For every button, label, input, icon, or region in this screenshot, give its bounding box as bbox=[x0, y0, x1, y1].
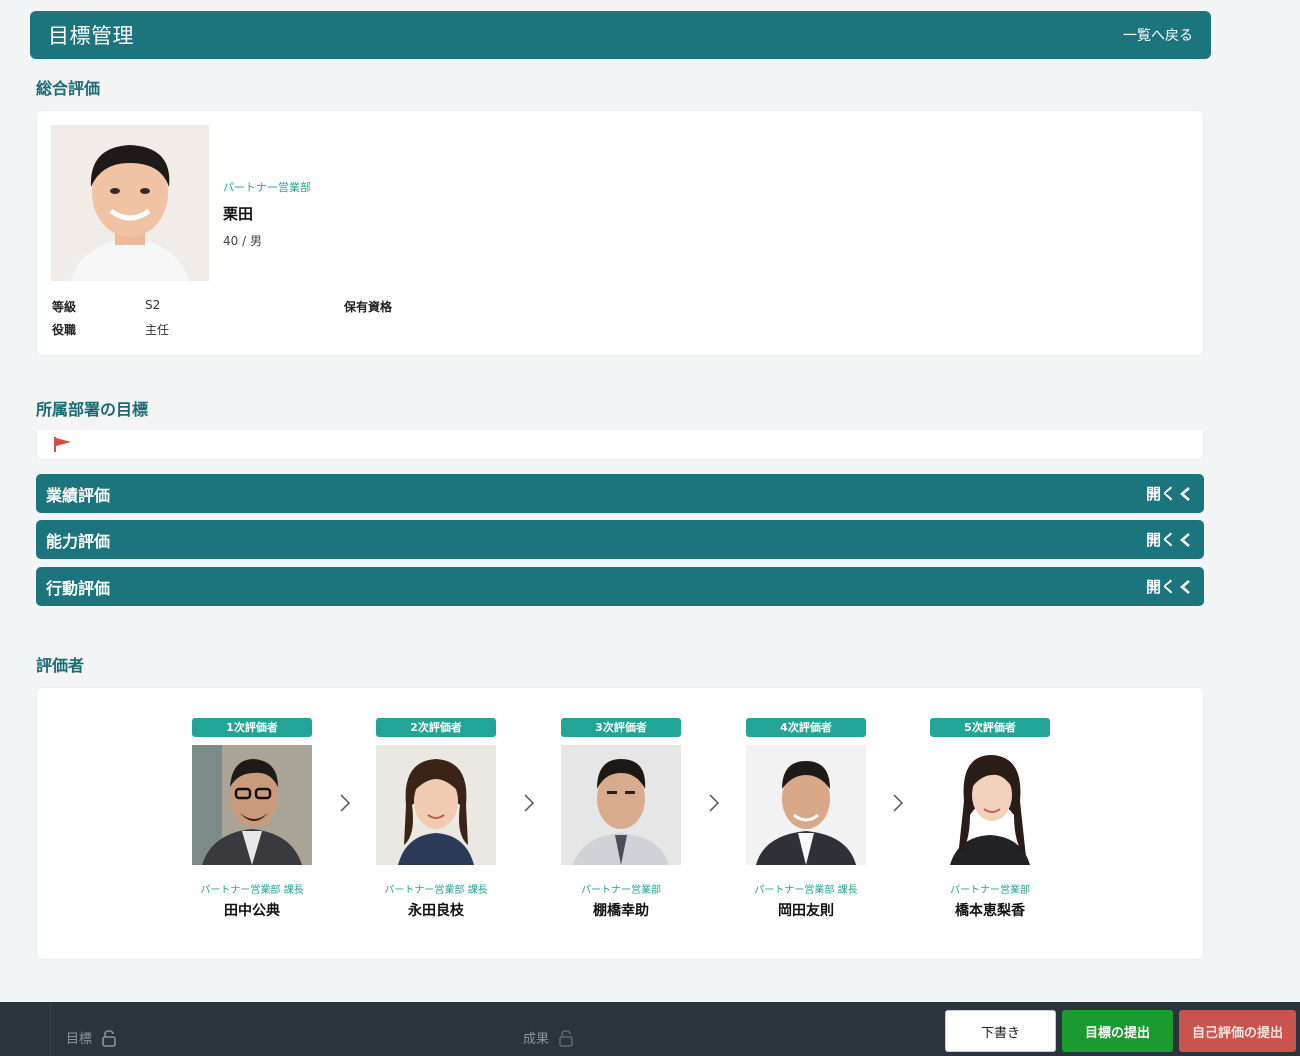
evaluator-5[interactable]: 5次評価者 パートナー営業部 橋本恵梨香 bbox=[930, 718, 1050, 920]
employee-department: パートナー営業部 bbox=[223, 181, 311, 194]
accordion-toggle[interactable]: 開く bbox=[1146, 576, 1192, 597]
page-header: 目標管理 一覧へ戻る bbox=[30, 11, 1211, 59]
evaluator-photo bbox=[930, 745, 1050, 865]
chevron-right-icon bbox=[524, 794, 535, 812]
submit-self-evaluation-button[interactable]: 自己評価の提出 bbox=[1179, 1010, 1296, 1052]
toggle-label: 開く bbox=[1145, 531, 1176, 549]
evaluator-badge: 1次評価者 bbox=[192, 718, 312, 737]
evaluator-name: 田中公典 bbox=[224, 903, 280, 919]
evaluators-card: 1次評価者 パートナー営業部 課長 田中公典 2次評価者 パートナー営業部 課長… bbox=[36, 687, 1204, 960]
grade-label: 等級 bbox=[52, 300, 77, 314]
profile-card: パートナー営業部 栗田 40 / 男 等級 S2 役職 主任 保有資格 bbox=[36, 110, 1204, 356]
accordion-label: 能力評価 bbox=[46, 531, 111, 551]
qualifications-row: 保有資格 bbox=[344, 298, 392, 315]
toggle-label: 開く bbox=[1145, 578, 1176, 596]
page-title: 目標管理 bbox=[48, 24, 134, 48]
evaluator-department: パートナー営業部 課長 bbox=[384, 885, 488, 896]
chevron-right-icon bbox=[709, 794, 720, 812]
flag-icon bbox=[54, 437, 71, 452]
goal-label: 目標 bbox=[66, 1032, 93, 1047]
department-goals-card bbox=[36, 430, 1204, 460]
position-label: 役職 bbox=[52, 323, 77, 337]
chevron-left-icon bbox=[1180, 486, 1190, 501]
accordion-ability[interactable]: 能力評価 開く bbox=[36, 520, 1204, 559]
evaluator-4[interactable]: 4次評価者 パートナー営業部 課長 岡田友則 bbox=[746, 718, 866, 920]
position-row: 役職 bbox=[52, 321, 76, 338]
footer-bar: 目標 成果 下書き 目標の提出 自己評価の提出 bbox=[0, 1002, 1300, 1056]
toggle-label: 開く bbox=[1145, 485, 1176, 503]
employee-age-gender: 40 / 男 bbox=[223, 234, 262, 248]
accordion-label: 行動評価 bbox=[46, 578, 111, 598]
employee-photo bbox=[51, 125, 209, 281]
footer-divider bbox=[50, 1002, 51, 1056]
evaluator-photo bbox=[746, 745, 866, 865]
qualifications-label: 保有資格 bbox=[344, 300, 393, 314]
evaluator-photo bbox=[192, 745, 312, 865]
chevron-right-icon bbox=[893, 794, 904, 812]
evaluator-name: 岡田友則 bbox=[778, 903, 834, 919]
footer-result-status: 成果 bbox=[523, 1028, 575, 1047]
draft-button[interactable]: 下書き bbox=[945, 1010, 1056, 1052]
evaluator-photo bbox=[376, 745, 496, 865]
evaluator-name: 橋本恵梨香 bbox=[955, 903, 1025, 919]
evaluator-department: パートナー営業部 課長 bbox=[754, 885, 858, 896]
evaluator-department: パートナー営業部 bbox=[950, 885, 1030, 896]
evaluator-1[interactable]: 1次評価者 パートナー営業部 課長 田中公典 bbox=[192, 718, 312, 920]
evaluator-2[interactable]: 2次評価者 パートナー営業部 課長 永田良枝 bbox=[376, 718, 496, 920]
position-value: 主任 bbox=[145, 323, 170, 337]
accordion-label: 業績評価 bbox=[46, 485, 111, 505]
grade-value: S2 bbox=[145, 298, 161, 312]
evaluator-badge: 4次評価者 bbox=[746, 718, 866, 737]
employee-info: パートナー営業部 栗田 40 / 男 bbox=[223, 179, 311, 249]
position-value-wrap: 主任 bbox=[145, 321, 169, 338]
lock-icon bbox=[559, 1029, 573, 1047]
chevron-right-icon bbox=[340, 794, 351, 812]
accordion-toggle[interactable]: 開く bbox=[1146, 483, 1192, 504]
evaluator-name: 棚橋幸助 bbox=[593, 903, 649, 919]
evaluator-3[interactable]: 3次評価者 パートナー営業部 棚橋幸助 bbox=[561, 718, 681, 920]
accordion-performance[interactable]: 業績評価 開く bbox=[36, 474, 1204, 513]
evaluator-badge: 3次評価者 bbox=[561, 718, 681, 737]
footer-goal-status: 目標 bbox=[66, 1028, 118, 1047]
evaluator-badge: 2次評価者 bbox=[376, 718, 496, 737]
accordion-toggle[interactable]: 開く bbox=[1146, 529, 1192, 550]
lock-icon bbox=[102, 1029, 116, 1047]
grade-value-wrap: S2 bbox=[145, 298, 160, 312]
back-to-list-link[interactable]: 一覧へ戻る bbox=[1123, 25, 1193, 45]
grade-row: 等級 bbox=[52, 298, 76, 315]
evaluator-photo bbox=[561, 745, 681, 865]
evaluator-department: パートナー営業部 bbox=[581, 885, 661, 896]
evaluator-department: パートナー営業部 課長 bbox=[200, 885, 304, 896]
evaluator-badge: 5次評価者 bbox=[930, 718, 1050, 737]
submit-goal-button[interactable]: 目標の提出 bbox=[1062, 1010, 1173, 1052]
result-label: 成果 bbox=[523, 1032, 550, 1047]
evaluators-section-title: 評価者 bbox=[36, 656, 85, 675]
chevron-left-icon bbox=[1180, 532, 1190, 547]
overall-section-title: 総合評価 bbox=[36, 79, 101, 98]
accordion-behavior[interactable]: 行動評価 開く bbox=[36, 567, 1204, 606]
employee-name: 栗田 bbox=[223, 205, 254, 223]
chevron-left-icon bbox=[1180, 579, 1190, 594]
department-goals-title: 所属部署の目標 bbox=[36, 400, 149, 419]
evaluator-name: 永田良枝 bbox=[408, 903, 464, 919]
